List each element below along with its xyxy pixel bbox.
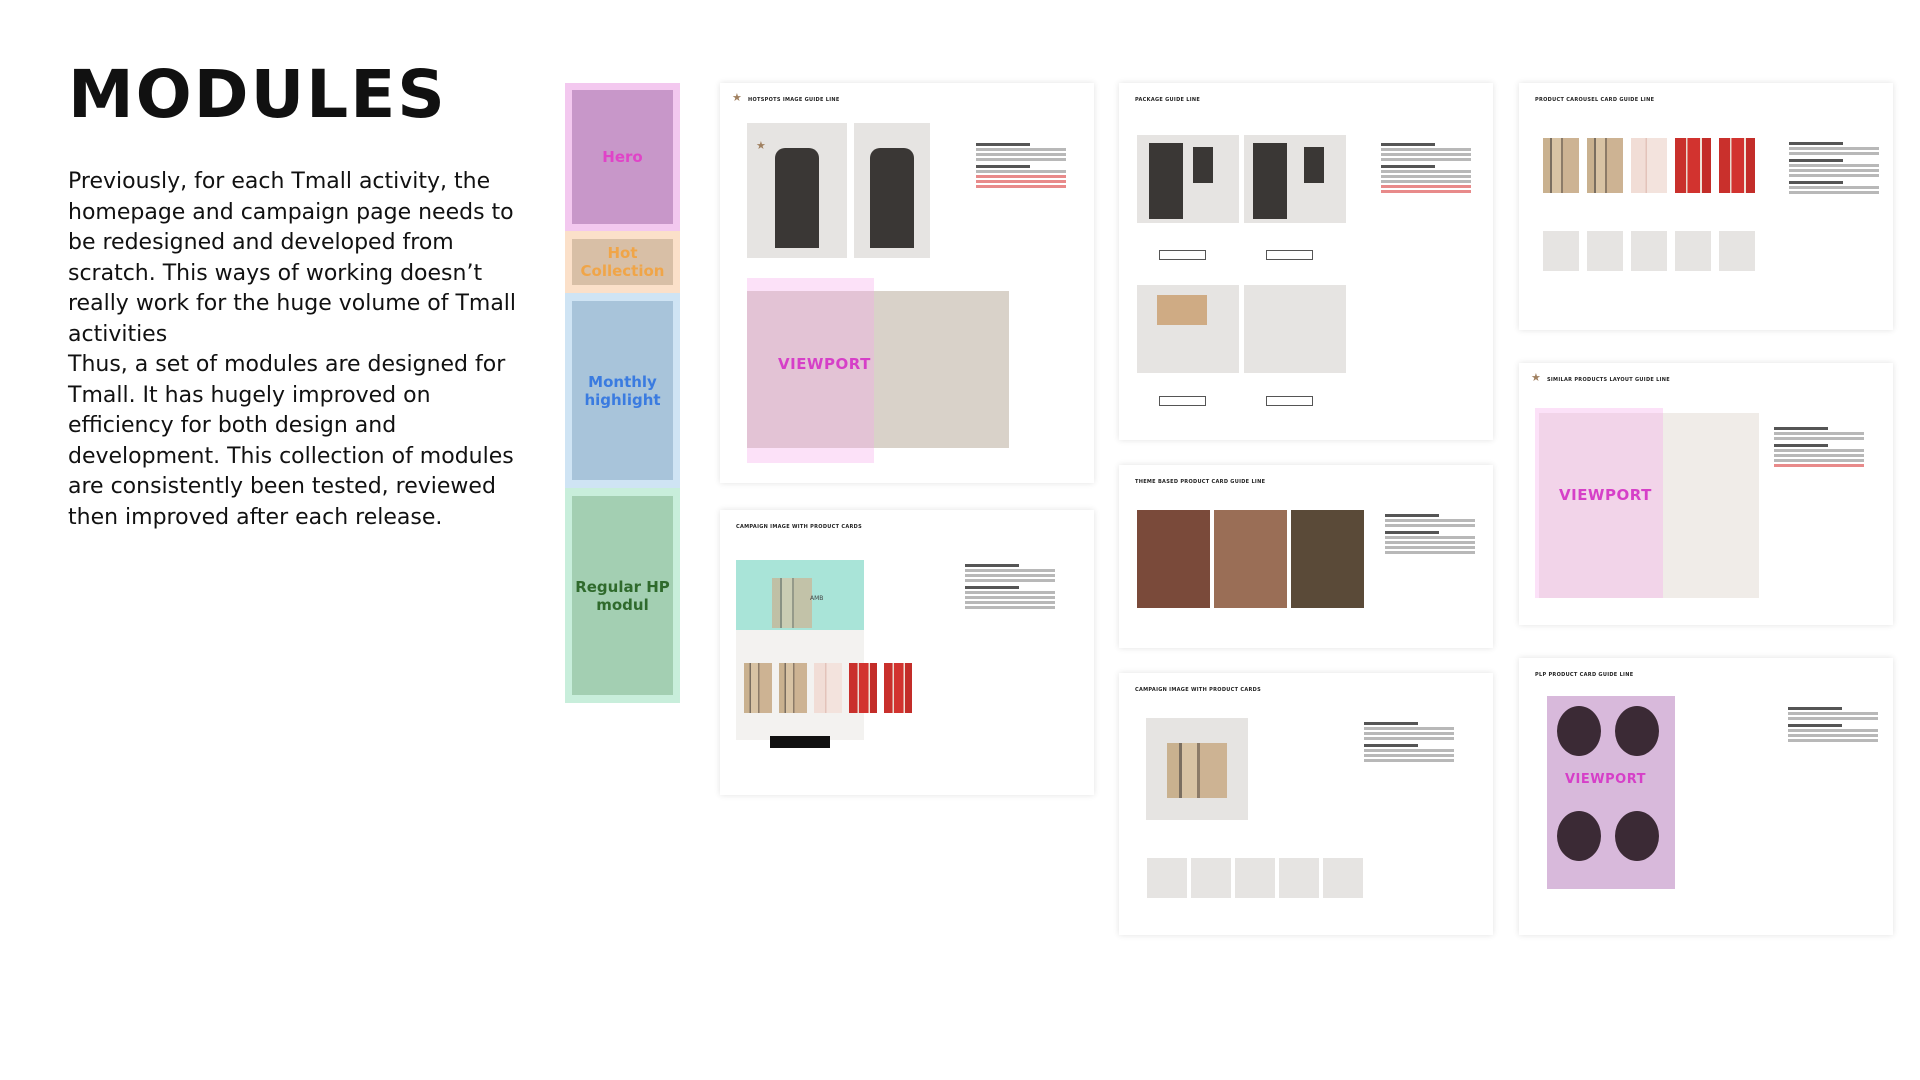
product-thumb: [814, 663, 842, 713]
module-hero: Hero: [565, 83, 680, 231]
package-guideline-card: PACKAGE GUIDE LINE: [1119, 83, 1493, 440]
theme-image: [1291, 510, 1364, 608]
viewport-label: VIEWPORT: [778, 355, 871, 373]
card-title: PACKAGE GUIDE LINE: [1135, 97, 1201, 103]
look-figure: [1253, 143, 1287, 219]
module-monthly-highlight-label: Monthly highlight: [584, 372, 661, 409]
module-regular-hp: Regular HP modul: [565, 488, 680, 703]
card-title: THEME BASED PRODUCT CARD GUIDE LINE: [1135, 479, 1266, 485]
page-title: MODULES: [68, 56, 447, 133]
plp-product-card: PLP PRODUCT CARD GUIDE LINE VIEWPORT: [1519, 658, 1893, 935]
module-regular-hp-label: Regular HP modul: [575, 577, 670, 614]
cap-image: [1557, 811, 1601, 861]
card-title: CAMPAIGN IMAGE WITH PRODUCT CARDS: [736, 524, 862, 530]
cap-image: [1615, 706, 1659, 756]
product-thumb: [1279, 858, 1319, 898]
card-title: SIMILAR PRODUCTS LAYOUT GUIDE LINE: [1547, 377, 1670, 383]
theme-image: [1214, 510, 1287, 608]
carousel-thumb: [1675, 138, 1711, 193]
viewport-label: VIEWPORT: [1565, 772, 1646, 787]
card-title: HOTSPOTS IMAGE GUIDE LINE: [748, 97, 840, 103]
module-monthly-highlight: Monthly highlight: [565, 293, 680, 488]
module-hot-collection-label: Hot Collection: [580, 244, 665, 280]
carousel-thumb: [1543, 138, 1579, 193]
product-thumb: [744, 663, 772, 713]
spec-notes: [1789, 138, 1879, 196]
module-strip: Hero Hot Collection Monthly highlight Re…: [565, 83, 680, 703]
spec-notes: [1774, 423, 1864, 469]
accessory-image: [1244, 285, 1346, 373]
carousel-thumb: [1675, 231, 1711, 271]
spec-notes: [1364, 718, 1454, 764]
look-item: [1193, 147, 1213, 183]
bag-item: [1167, 743, 1227, 798]
carousel-thumb: [1631, 138, 1667, 193]
product-thumb: [1235, 858, 1275, 898]
spec-notes: [976, 139, 1066, 190]
product-thumb: [884, 663, 912, 713]
carousel-thumb: [1631, 231, 1667, 271]
carousel-thumb: [1543, 231, 1579, 271]
brand-text: AMB: [810, 595, 824, 602]
similar-products-card: ★ SIMILAR PRODUCTS LAYOUT GUIDE LINE VIE…: [1519, 363, 1893, 625]
theme-image: [1137, 510, 1210, 608]
product-thumb: [1191, 858, 1231, 898]
campaign-product-cards-card-2: CAMPAIGN IMAGE WITH PRODUCT CARDS: [1119, 673, 1493, 935]
theme-product-card: THEME BASED PRODUCT CARD GUIDE LINE: [1119, 465, 1493, 648]
solution-paragraph: Thus, a set of modules are designed for …: [68, 352, 514, 530]
product-thumb: [849, 663, 877, 713]
module-hero-label: Hero: [602, 148, 643, 166]
star-icon: ★: [1531, 371, 1541, 384]
look-button[interactable]: [1159, 250, 1206, 260]
model-figure: [775, 148, 819, 248]
product-thumb: [1323, 858, 1363, 898]
cta-button[interactable]: [770, 736, 830, 748]
accessory-item: [1157, 295, 1207, 325]
spec-notes: [1385, 510, 1475, 556]
cap-image: [1615, 811, 1659, 861]
cap-image: [1557, 706, 1601, 756]
spec-notes: [1788, 703, 1878, 744]
look-button[interactable]: [1266, 396, 1313, 406]
card-title: PRODUCT CAROUSEL CARD GUIDE LINE: [1535, 97, 1655, 103]
intro-paragraph: Previously, for each Tmall activity, the…: [68, 169, 517, 347]
card-title: CAMPAIGN IMAGE WITH PRODUCT CARDS: [1135, 687, 1261, 693]
spec-notes: [1381, 139, 1471, 195]
campaign-product-cards-card: CAMPAIGN IMAGE WITH PRODUCT CARDS AMB: [720, 510, 1094, 795]
product-thumb: [779, 663, 807, 713]
look-item: [1304, 147, 1324, 183]
star-icon: ★: [732, 91, 742, 104]
product-carousel-card: PRODUCT CAROUSEL CARD GUIDE LINE: [1519, 83, 1893, 330]
carousel-thumb: [1587, 231, 1623, 271]
model-figure: [870, 148, 914, 248]
carousel-thumb: [1719, 138, 1755, 193]
carousel-thumb: [1719, 231, 1755, 271]
card-title: PLP PRODUCT CARD GUIDE LINE: [1535, 672, 1634, 678]
hotspot-star-icon: ★: [756, 139, 766, 152]
hotspots-guideline-card: ★ HOTSPOTS IMAGE GUIDE LINE ★ VIEWPORT: [720, 83, 1094, 483]
look-button[interactable]: [1266, 250, 1313, 260]
scarf-image: [772, 578, 812, 628]
carousel-thumb: [1587, 138, 1623, 193]
viewport-label: VIEWPORT: [1559, 486, 1652, 504]
look-figure: [1149, 143, 1183, 219]
look-button[interactable]: [1159, 396, 1206, 406]
module-hot-collection: Hot Collection: [565, 231, 680, 293]
product-thumb: [1147, 858, 1187, 898]
spec-notes: [965, 560, 1055, 611]
